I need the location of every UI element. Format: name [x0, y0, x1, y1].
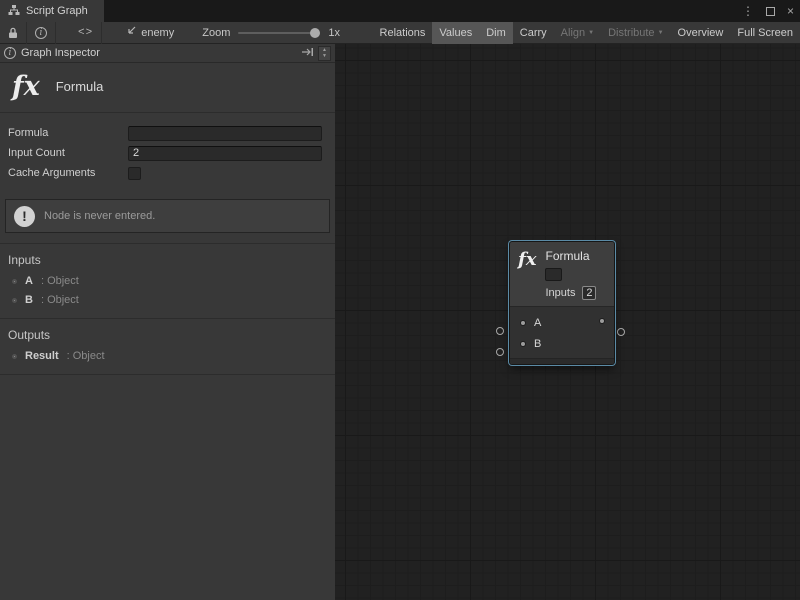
node-title: Formula: [545, 249, 596, 263]
carry-button[interactable]: Carry: [513, 22, 554, 44]
window-menu-icon[interactable]: ⋮: [742, 4, 754, 18]
relations-button[interactable]: Relations: [373, 22, 433, 44]
formula-row: Formula: [0, 123, 335, 143]
pointer-icon: [124, 26, 136, 39]
outputs-section: Outputs Result : Object: [0, 319, 335, 375]
warning-box: ! Node is never entered.: [5, 199, 330, 233]
input-port-row-a: A : Object: [0, 272, 335, 291]
graph-toolbar: i <> enemy Zoom 1x Relations V: [0, 22, 800, 44]
formula-fx-icon: fx: [12, 73, 40, 100]
port-dot-icon: [12, 354, 17, 359]
outputs-header: Outputs: [0, 324, 335, 347]
warning-icon: !: [14, 206, 35, 227]
input-count-input[interactable]: [128, 146, 322, 161]
info-icon: i: [4, 47, 16, 59]
cache-arguments-row: Cache Arguments: [0, 163, 335, 183]
formula-node[interactable]: fx Formula Inputs 2 A: [510, 242, 614, 364]
dock-icon[interactable]: [301, 47, 314, 60]
node-footer: [510, 358, 614, 364]
node-port-row-a: A: [510, 312, 614, 333]
external-port-a[interactable]: [496, 327, 504, 335]
full-screen-button[interactable]: Full Screen: [730, 22, 800, 44]
graph-target-breadcrumb[interactable]: enemy: [124, 26, 174, 39]
tab-script-graph[interactable]: Script Graph: [0, 0, 104, 22]
output-port-row-result: Result : Object: [0, 347, 335, 366]
maximize-icon[interactable]: [766, 7, 775, 16]
graph-inspector-title: Graph Inspector: [21, 47, 100, 59]
inputs-section: Inputs A : Object B : Object: [0, 243, 335, 319]
info-icon: i: [35, 27, 47, 39]
input-port-row-b: B : Object: [0, 291, 335, 310]
align-button[interactable]: Align ▼: [554, 22, 601, 44]
external-port-result[interactable]: [617, 328, 625, 336]
node-formula-field[interactable]: [545, 268, 562, 281]
node-port-row-b: B: [510, 333, 614, 354]
distribute-button[interactable]: Distribute ▼: [601, 22, 670, 44]
zoom-control: Zoom 1x: [202, 27, 340, 39]
inspector-node-title: fx Formula: [0, 63, 335, 113]
chevron-down-icon: ▼: [588, 30, 594, 36]
values-button[interactable]: Values: [432, 22, 479, 44]
chevron-down-icon: ▼: [658, 30, 664, 36]
formula-node-header[interactable]: fx Formula Inputs 2: [510, 242, 614, 306]
graph-inspector-panel: i Graph Inspector ▲ ▼ fx Formula: [0, 44, 335, 600]
script-graph-icon: [8, 4, 20, 19]
formula-node-body: A B: [510, 306, 614, 358]
code-view-icon[interactable]: <>: [70, 22, 102, 44]
input-count-label: Input Count: [0, 147, 65, 159]
formula-fx-icon: fx: [518, 249, 536, 300]
graph-canvas[interactable]: fx Formula Inputs 2 A: [335, 44, 800, 600]
port-dot-icon: [12, 279, 17, 284]
window-controls: ⋮ ×: [742, 0, 794, 22]
dim-button[interactable]: Dim: [479, 22, 513, 44]
cache-arguments-checkbox[interactable]: [128, 167, 141, 180]
node-inputs-count-field[interactable]: 2: [582, 286, 596, 300]
graph-inspector-header: i Graph Inspector ▲ ▼: [0, 44, 335, 63]
formula-label: Formula: [0, 127, 48, 139]
port-dot-icon: [12, 298, 17, 303]
tab-label: Script Graph: [26, 5, 88, 17]
output-port-result-icon[interactable]: [599, 318, 605, 324]
unity-script-graph-window: Script Graph ⋮ × i <> enemy: [0, 0, 800, 600]
scroll-down-icon[interactable]: ▼: [322, 53, 327, 59]
warning-text: Node is never entered.: [44, 210, 155, 222]
page-title: Formula: [56, 79, 104, 94]
close-icon[interactable]: ×: [787, 4, 794, 18]
formula-input[interactable]: [128, 126, 322, 141]
overview-button[interactable]: Overview: [671, 22, 731, 44]
node-inputs-label: Inputs: [545, 287, 575, 299]
input-port-b-icon[interactable]: [520, 341, 526, 347]
lock-icon[interactable]: [0, 22, 27, 44]
toolbar-buttons: Relations Values Dim Carry Align ▼ Distr…: [373, 22, 800, 44]
external-port-b[interactable]: [496, 348, 504, 356]
scrollbar-stepper[interactable]: ▲ ▼: [318, 46, 331, 61]
inputs-header: Inputs: [0, 249, 335, 272]
zoom-value: 1x: [328, 27, 340, 39]
input-port-a-icon[interactable]: [520, 320, 526, 326]
inspect-toggle-icon[interactable]: i: [27, 22, 56, 44]
zoom-slider-thumb[interactable]: [310, 28, 320, 38]
zoom-slider[interactable]: [238, 32, 320, 34]
window-tab-bar: Script Graph ⋮ ×: [0, 0, 800, 22]
zoom-label: Zoom: [202, 27, 230, 39]
inspector-form: Formula Input Count Cache Arguments: [0, 113, 335, 187]
input-count-row: Input Count: [0, 143, 335, 163]
cache-arguments-label: Cache Arguments: [0, 167, 95, 179]
target-label: enemy: [141, 27, 174, 39]
